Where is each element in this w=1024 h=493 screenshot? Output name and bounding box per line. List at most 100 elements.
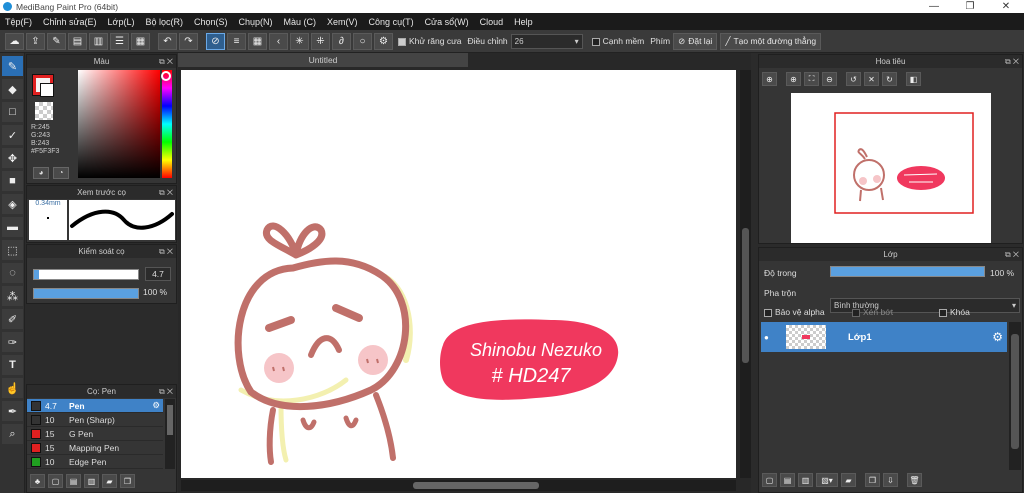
operation-tool-icon[interactable]: ☝ (2, 378, 23, 398)
snap-vanish-icon[interactable]: ⁜ (311, 32, 330, 50)
rotate-reset-icon[interactable]: ✕ (864, 72, 879, 86)
reset-button[interactable]: ⊘ Đặt lại (673, 32, 718, 50)
snap-curve-icon[interactable]: ∂ (332, 32, 351, 50)
zoom-out-icon[interactable]: ⊖ (822, 72, 837, 86)
menu-view[interactable]: Xem(V) (327, 17, 358, 27)
fill-rect-tool-icon[interactable]: ■ (2, 171, 23, 191)
bucket-tool-icon[interactable]: ◈ (2, 194, 23, 214)
zoom-in-alt-icon[interactable]: ⊕ (786, 72, 801, 86)
layer-folder-icon[interactable]: ▰ (841, 473, 856, 487)
snap-perspective-icon[interactable]: ‹ (269, 32, 288, 50)
panel-popout-icon[interactable]: ⧉ ✕ (159, 55, 173, 68)
menu-window[interactable]: Cửa sổ(W) (425, 17, 469, 27)
palette-icon[interactable]: ◕ (33, 167, 49, 179)
panel-popout-icon[interactable]: ⧉ ✕ (159, 385, 173, 398)
transparent-swatch[interactable] (35, 102, 53, 120)
undo-icon[interactable]: ↶ (158, 32, 177, 50)
antialias-checkbox[interactable] (398, 37, 406, 46)
viewport-rectangle[interactable] (834, 112, 974, 214)
snap-circle-icon[interactable]: ○ (353, 32, 372, 50)
minimize-button[interactable]: — (916, 1, 952, 12)
select-eraser-icon[interactable]: ✑ (2, 332, 23, 352)
menu-tools[interactable]: Công cụ(T) (369, 17, 414, 27)
brush-item-g-pen[interactable]: 15 G Pen (27, 427, 163, 441)
menu-file[interactable]: Tệp(F) (5, 17, 32, 27)
visibility-eye-icon[interactable]: ● (764, 333, 774, 342)
text-tool-icon[interactable]: T (2, 355, 23, 375)
gear-icon[interactable]: ⚙ (152, 400, 160, 411)
rotate-right-icon[interactable]: ↻ (882, 72, 897, 86)
color-sv-picker[interactable] (78, 70, 160, 178)
gradient-tool-icon[interactable]: ▬ (2, 217, 23, 237)
panel-popout-icon[interactable]: ⧉ ✕ (159, 245, 173, 258)
canvas-vertical-scrollbar[interactable] (740, 70, 751, 478)
new-halftone-layer-icon[interactable]: ▤ (780, 473, 795, 487)
drawing-canvas[interactable]: Shinobu Nezuko # HD247 (181, 70, 736, 478)
brush-item-pen-sharp[interactable]: 10 Pen (Sharp) (27, 413, 163, 427)
rotate-left-icon[interactable]: ↺ (846, 72, 861, 86)
panel-popout-icon[interactable]: ⧉ ✕ (1005, 55, 1019, 68)
add-layer-menu-icon[interactable]: ▧▾ (816, 473, 838, 487)
brush-list-scroll-thumb[interactable] (167, 405, 173, 435)
new-layer-icon[interactable]: ▢ (762, 473, 777, 487)
list-icon[interactable]: ☰ (110, 32, 129, 50)
navigator-preview[interactable] (791, 93, 991, 243)
brush-item-pen[interactable]: 4.7 Pen ⚙ (27, 399, 163, 413)
menu-layer[interactable]: Lớp(L) (108, 17, 135, 27)
layer-scrollbar[interactable] (1009, 322, 1021, 470)
menu-select[interactable]: Chọn(S) (194, 17, 228, 27)
hue-slider[interactable] (162, 70, 172, 178)
brush-size-slider[interactable] (33, 269, 139, 280)
restore-button[interactable]: ❐ (952, 1, 988, 12)
add-brush-icon[interactable]: ♣ (30, 474, 45, 488)
flip-horizontal-icon[interactable]: ◧ (906, 72, 921, 86)
clipping-checkbox[interactable] (852, 308, 860, 317)
layer-opacity-slider[interactable] (830, 266, 985, 277)
brush-item-edge-pen[interactable]: 10 Edge Pen (27, 455, 163, 469)
brush-opacity-slider[interactable] (33, 288, 139, 299)
secondary-color-swatch[interactable] (40, 83, 54, 97)
page-icon[interactable]: ▥ (89, 32, 108, 50)
select-check-icon[interactable]: ✓ (2, 125, 23, 145)
layer-scroll-thumb[interactable] (1011, 334, 1019, 449)
document-tab[interactable]: Untitled (178, 53, 468, 67)
comment-icon[interactable]: ✎ (47, 32, 66, 50)
brush-list-scrollbar[interactable] (165, 399, 175, 469)
canvas-horizontal-scrollbar[interactable] (181, 480, 736, 491)
soft-edge-checkbox[interactable] (591, 37, 600, 46)
brush-item-mapping-pen[interactable]: 15 Mapping Pen (27, 441, 163, 455)
folder-icon[interactable]: ▰ (102, 474, 117, 488)
magic-wand-icon[interactable]: ⁂ (2, 286, 23, 306)
merge-layer-icon[interactable]: ⇩ (883, 473, 898, 487)
layer-settings-gear-icon[interactable]: ⚙ (992, 330, 1003, 344)
zoom-in-icon[interactable]: ⊕ (762, 72, 777, 86)
menu-edit[interactable]: Chỉnh sửa(E) (43, 17, 97, 27)
brush-tool-icon[interactable]: ✎ (2, 56, 23, 76)
snap-parallel-icon[interactable]: ≡ (227, 32, 246, 50)
brush-menu-icon[interactable]: ▤ (66, 474, 81, 488)
select-rect-icon[interactable]: ⬚ (2, 240, 23, 260)
menu-filter[interactable]: Bộ lọc(R) (145, 17, 183, 27)
panel-popout-icon[interactable]: ⧉ ✕ (159, 186, 173, 199)
share-icon[interactable]: ⇪ (26, 32, 45, 50)
eraser-tool-icon[interactable]: ◆ (2, 79, 23, 99)
horizontal-scroll-thumb[interactable] (413, 482, 539, 489)
snap-radial-icon[interactable]: ✳ (290, 32, 309, 50)
color-settings-icon[interactable]: ◔ (53, 167, 69, 179)
move-tool-icon[interactable]: ✥ (2, 148, 23, 168)
snap-settings-icon[interactable]: ⚙ (374, 32, 393, 50)
menu-color[interactable]: Màu (C) (284, 17, 317, 27)
protect-alpha-checkbox[interactable] (764, 308, 772, 317)
grid-icon[interactable]: ▦ (131, 32, 150, 50)
redo-icon[interactable]: ↷ (179, 32, 198, 50)
straight-line-button[interactable]: ╱ Tạo một đường thẳng (720, 32, 822, 50)
cloud-icon[interactable]: ☁ (5, 32, 24, 50)
select-pen-icon[interactable]: ✐ (2, 309, 23, 329)
rect-tool-icon[interactable]: □ (2, 102, 23, 122)
menu-help[interactable]: Help (514, 17, 533, 27)
new-brush-icon[interactable]: ▢ (48, 474, 63, 488)
hue-handle[interactable] (161, 71, 171, 81)
dropper-tool-icon[interactable]: ⌕ (2, 424, 23, 444)
eyedropper-tool-icon[interactable]: ✒ (2, 401, 23, 421)
brush-doc-icon[interactable]: ▥ (84, 474, 99, 488)
